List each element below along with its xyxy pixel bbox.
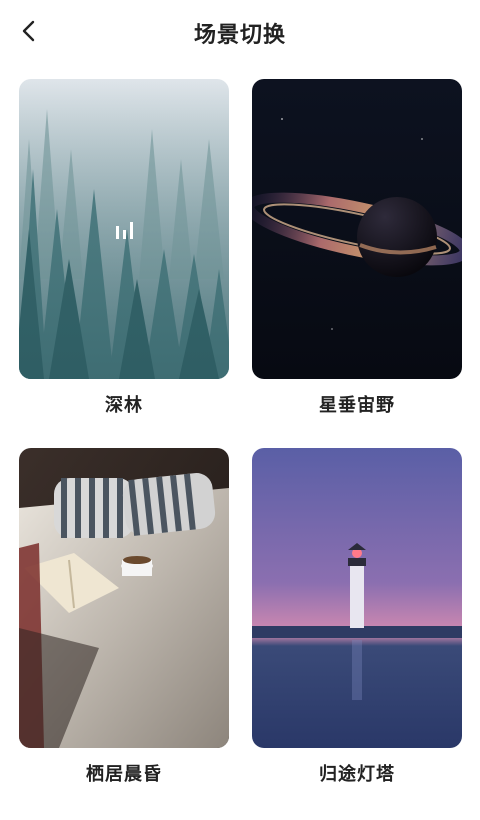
scene-card-bedroom[interactable] (19, 448, 229, 748)
scene-card-lighthouse[interactable] (252, 448, 462, 748)
scene-label-planet: 星垂宙野 (319, 395, 395, 416)
scene-label-bedroom: 栖居晨昏 (86, 764, 162, 785)
scene-card-planet[interactable] (252, 79, 462, 379)
header: 场景切换 (0, 0, 480, 64)
bedroom-image (19, 448, 229, 748)
lighthouse-image (252, 448, 462, 748)
audio-bars-icon (114, 219, 136, 241)
scene-label-lighthouse: 归途灯塔 (319, 764, 395, 785)
page-title: 场景切换 (193, 23, 286, 48)
scene-card-forest[interactable] (19, 79, 229, 379)
scene-label-forest: 深林 (105, 395, 143, 416)
planet-image (252, 79, 462, 379)
